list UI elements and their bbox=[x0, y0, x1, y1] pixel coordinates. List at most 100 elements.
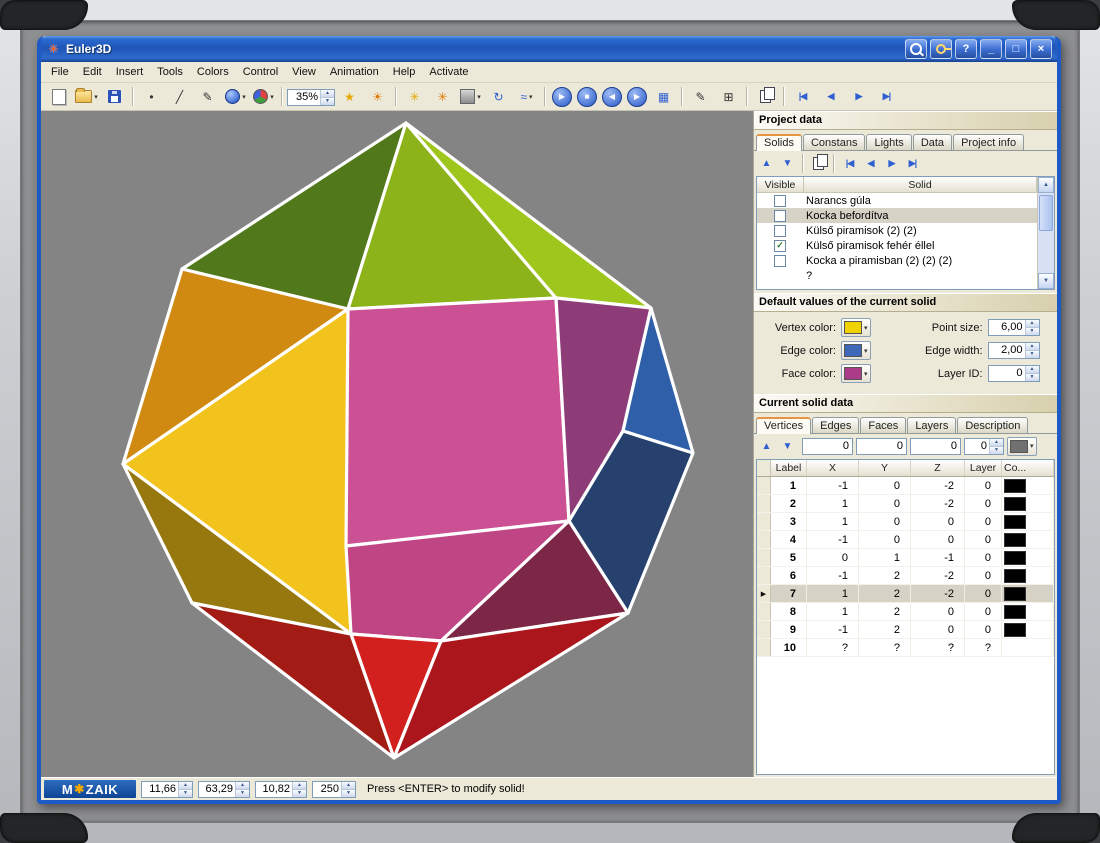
last-solid-button[interactable]: ▶| bbox=[903, 154, 922, 173]
background-color-button[interactable]: ▾ bbox=[457, 85, 484, 109]
menu-insert[interactable]: Insert bbox=[109, 64, 151, 80]
coord-z-spinner[interactable]: 10,82▲▼ bbox=[255, 781, 307, 798]
point-size-spinner-down[interactable]: ▼ bbox=[1026, 328, 1039, 335]
coord-z-spinner-down[interactable]: ▼ bbox=[293, 790, 306, 797]
point-size-spinner[interactable]: 6,00▲▼ bbox=[988, 319, 1040, 336]
vertex-row[interactable]: 4-1000 bbox=[757, 531, 1054, 549]
zoom-window-button[interactable] bbox=[905, 39, 927, 59]
tab-solids[interactable]: Solids bbox=[756, 134, 802, 151]
menu-help[interactable]: Help bbox=[386, 64, 423, 80]
zoom-fit-button[interactable]: ★ bbox=[336, 85, 363, 109]
menu-activate[interactable]: Activate bbox=[422, 64, 475, 80]
layer-id-spinner[interactable]: 0▲▼ bbox=[988, 365, 1040, 382]
coord-y-spinner-up[interactable]: ▲ bbox=[236, 782, 249, 790]
vertex-down-button[interactable]: ▼ bbox=[778, 437, 797, 456]
coord-x-spinner-down[interactable]: ▼ bbox=[179, 790, 192, 797]
scroll-track[interactable] bbox=[1038, 193, 1054, 273]
tab-edges[interactable]: Edges bbox=[812, 417, 859, 433]
face-tool-button[interactable]: ✎ bbox=[194, 85, 221, 109]
animation-mode-button[interactable]: ≈▾ bbox=[513, 85, 540, 109]
rotate-view-button[interactable]: ↻ bbox=[485, 85, 512, 109]
tab-project-info[interactable]: Project info bbox=[953, 134, 1024, 150]
vertex-color-picker[interactable]: ▾ bbox=[841, 318, 871, 337]
distance-spinner[interactable]: 250▲▼ bbox=[312, 781, 356, 798]
stop-button[interactable]: ■ bbox=[577, 87, 597, 107]
layer-spinner[interactable]: 0▲▼ bbox=[964, 438, 1004, 455]
vertex-row[interactable]: 9-1200 bbox=[757, 621, 1054, 639]
step-forward-button[interactable]: ▶ bbox=[627, 87, 647, 107]
point-tool-button[interactable]: • bbox=[138, 85, 165, 109]
vertex-row[interactable]: 31000 bbox=[757, 513, 1054, 531]
vertex-row[interactable]: 81200 bbox=[757, 603, 1054, 621]
vertex-row[interactable]: ▶712-20 bbox=[757, 585, 1054, 603]
solid-row[interactable]: Kocka a piramisban (2) (2) (2) bbox=[757, 253, 1037, 268]
menu-control[interactable]: Control bbox=[236, 64, 285, 80]
next-record-button[interactable]: ▶ bbox=[845, 85, 872, 109]
solid-row[interactable]: ✓Külső piramisok fehér éllel bbox=[757, 238, 1037, 253]
tab-constans[interactable]: Constans bbox=[803, 134, 865, 150]
open-button[interactable]: ▾ bbox=[73, 85, 100, 109]
step-back-button[interactable]: ◀ bbox=[602, 87, 622, 107]
prev-record-button[interactable]: ◀ bbox=[817, 85, 844, 109]
menu-animation[interactable]: Animation bbox=[323, 64, 386, 80]
minimize-button[interactable]: _ bbox=[980, 39, 1002, 59]
edge-tool-button[interactable]: ╱ bbox=[166, 85, 193, 109]
titlebar[interactable]: ✳ Euler3D ? _ □ × bbox=[41, 36, 1057, 62]
solid-row[interactable]: Külső piramisok (2) (2) bbox=[757, 223, 1037, 238]
first-solid-button[interactable]: |◀ bbox=[840, 154, 859, 173]
face-color-picker[interactable]: ▾ bbox=[841, 364, 871, 383]
play-button[interactable]: ▶ bbox=[552, 87, 572, 107]
tab-lights[interactable]: Lights bbox=[866, 134, 911, 150]
menu-edit[interactable]: Edit bbox=[76, 64, 109, 80]
zoom-select-up[interactable]: ▲ bbox=[321, 90, 334, 98]
face-center-pink[interactable] bbox=[346, 298, 569, 546]
menu-colors[interactable]: Colors bbox=[190, 64, 236, 80]
visible-checkbox[interactable] bbox=[774, 255, 786, 267]
next-solid-button[interactable]: ▶ bbox=[882, 154, 901, 173]
move-solid-down-button[interactable]: ▼ bbox=[778, 154, 797, 173]
sphere-tool-button[interactable]: ▾ bbox=[222, 85, 249, 109]
activate-key-button[interactable] bbox=[930, 39, 952, 59]
first-record-button[interactable]: |◀ bbox=[789, 85, 816, 109]
zoom-select[interactable]: 35%▲▼ bbox=[287, 87, 335, 106]
vertex-row[interactable]: 501-10 bbox=[757, 549, 1054, 567]
last-record-button[interactable]: ▶| bbox=[873, 85, 900, 109]
solid-row[interactable]: ? bbox=[757, 268, 1037, 283]
vertex-up-button[interactable]: ▲ bbox=[757, 437, 776, 456]
distance-spinner[interactable]: 250▲▼ bbox=[312, 781, 356, 798]
scroll-down-button[interactable]: ▼ bbox=[1038, 273, 1054, 289]
render-button[interactable]: ☀ bbox=[364, 85, 391, 109]
light-2-button[interactable]: ✳ bbox=[429, 85, 456, 109]
light-1-button[interactable]: ✳ bbox=[401, 85, 428, 109]
visible-checkbox[interactable] bbox=[774, 210, 786, 222]
coord-z-spinner-up[interactable]: ▲ bbox=[293, 782, 306, 790]
prev-solid-button[interactable]: ◀ bbox=[861, 154, 880, 173]
coord-z-spinner[interactable]: 10,82▲▼ bbox=[255, 781, 307, 798]
projection-button[interactable]: ▦ bbox=[650, 85, 677, 109]
tab-description[interactable]: Description bbox=[957, 417, 1028, 433]
edit-solid-button[interactable]: ✎ bbox=[687, 85, 714, 109]
visible-checkbox[interactable] bbox=[774, 225, 786, 237]
vertex-color-picker[interactable]: ▾ bbox=[1007, 437, 1037, 456]
layer-id-spinner-down[interactable]: ▼ bbox=[1026, 374, 1039, 381]
zoom-select[interactable]: 35%▲▼ bbox=[287, 89, 335, 106]
viewport[interactable] bbox=[41, 111, 753, 777]
vertex-row[interactable]: 210-20 bbox=[757, 495, 1054, 513]
tab-faces[interactable]: Faces bbox=[860, 417, 906, 433]
maximize-button[interactable]: □ bbox=[1005, 39, 1027, 59]
save-button[interactable] bbox=[101, 85, 128, 109]
duplicate-button[interactable] bbox=[752, 85, 779, 109]
coordinate-input[interactable] bbox=[856, 438, 907, 455]
tab-vertices[interactable]: Vertices bbox=[756, 417, 811, 434]
coordinate-input[interactable] bbox=[802, 438, 853, 455]
edge-color-picker[interactable]: ▾ bbox=[841, 341, 871, 360]
coord-y-spinner[interactable]: 63,29▲▼ bbox=[198, 781, 250, 798]
coord-y-spinner-down[interactable]: ▼ bbox=[236, 790, 249, 797]
move-solid-up-button[interactable]: ▲ bbox=[757, 154, 776, 173]
layer-spinner-down[interactable]: ▼ bbox=[990, 447, 1003, 454]
add-table-button[interactable]: ⊞ bbox=[715, 85, 742, 109]
solids-scrollbar[interactable]: ▲ ▼ bbox=[1037, 177, 1054, 289]
tab-data[interactable]: Data bbox=[913, 134, 952, 150]
new-button[interactable] bbox=[45, 85, 72, 109]
solid-row[interactable]: Narancs gúla bbox=[757, 193, 1037, 208]
